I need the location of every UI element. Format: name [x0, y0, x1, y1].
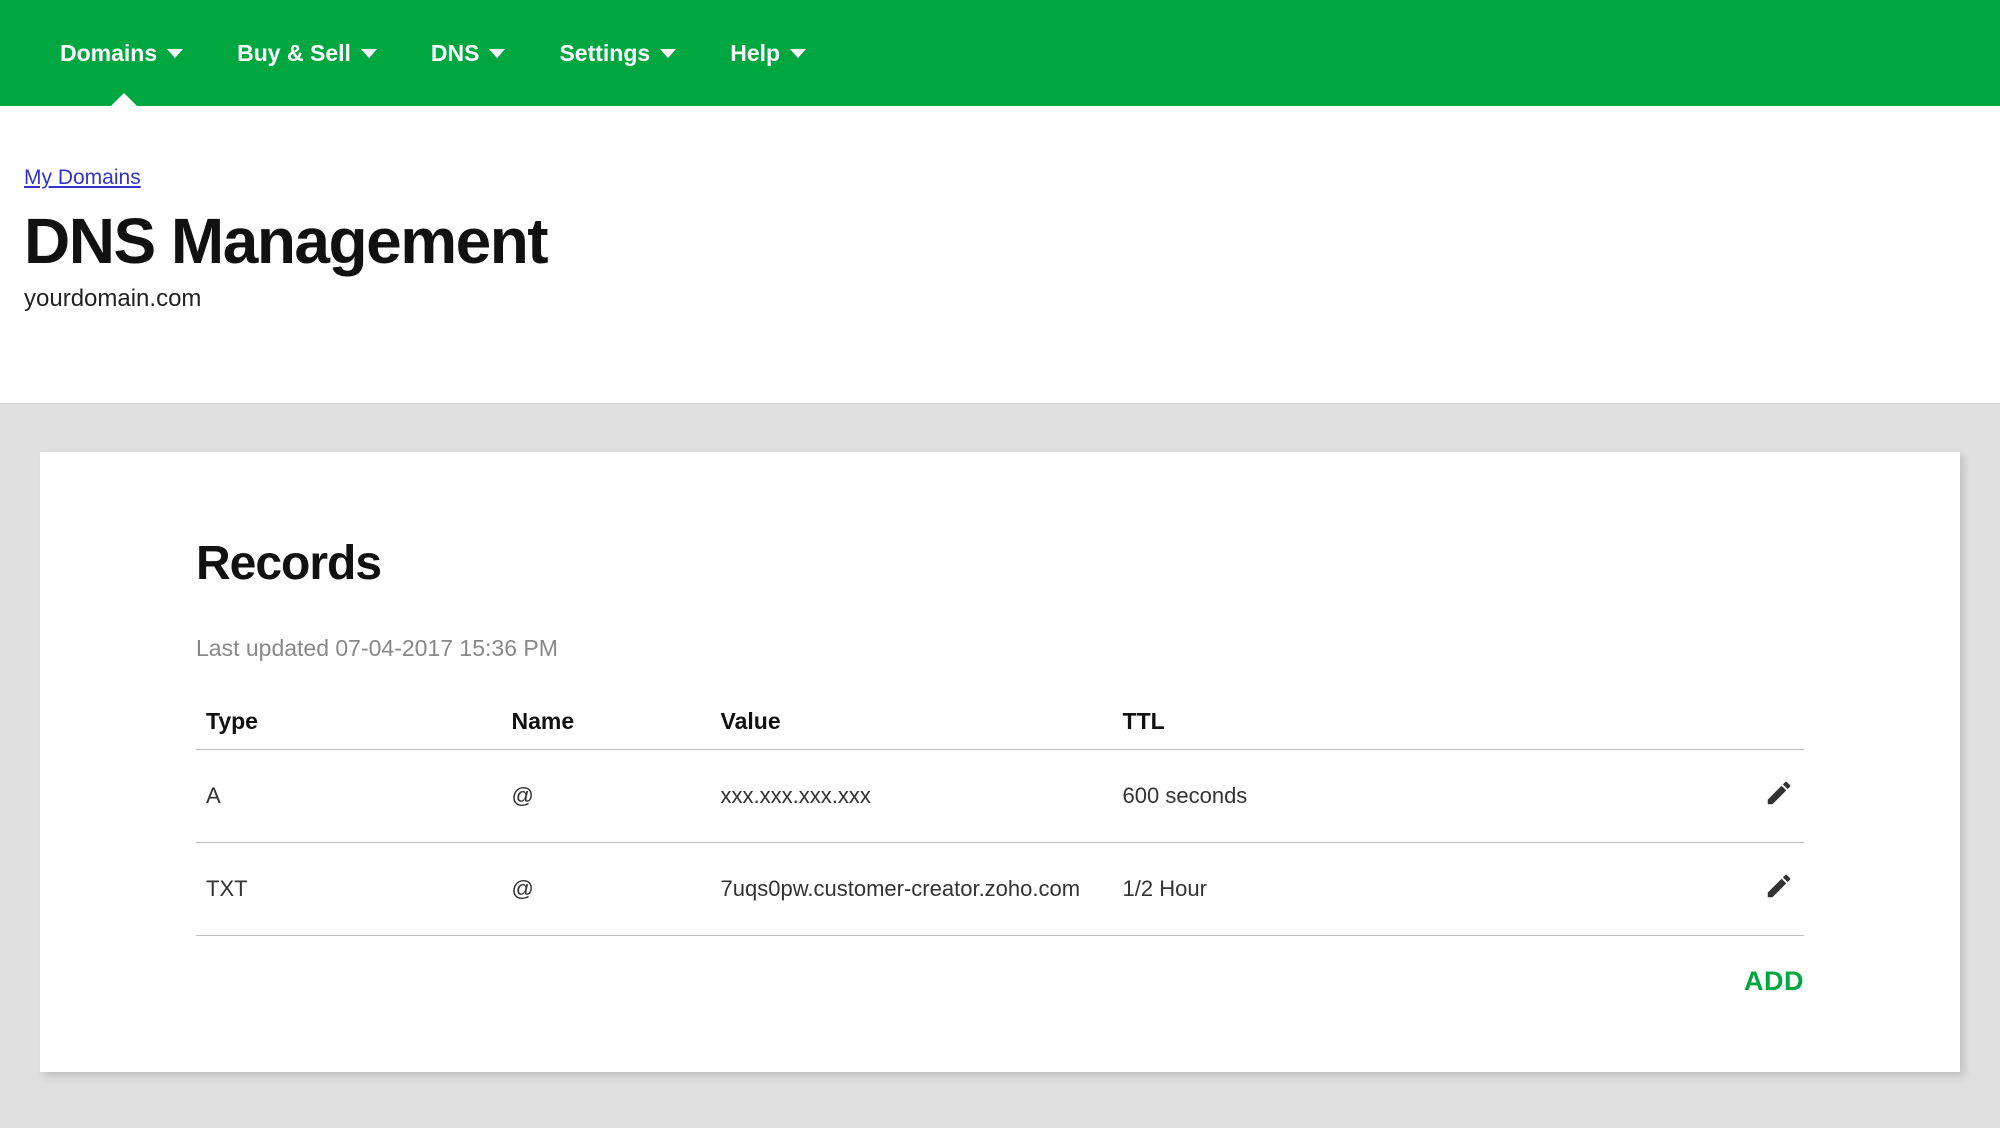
- add-button[interactable]: ADD: [1744, 966, 1804, 997]
- nav-item-label: Help: [730, 40, 780, 67]
- page-header: My Domains DNS Management yourdomain.com: [0, 106, 2000, 403]
- records-table: Type Name Value TTL A @ xxx.xxx.xxx.xxx …: [196, 694, 1804, 936]
- page-title: DNS Management: [24, 208, 1976, 275]
- chevron-down-icon: [361, 49, 377, 58]
- panel-container: Records Last updated 07-04-2017 15:36 PM…: [0, 403, 2000, 1128]
- column-header-name: Name: [502, 694, 711, 750]
- active-tab-indicator: [110, 93, 138, 107]
- nav-item-buy-sell[interactable]: Buy & Sell: [237, 40, 377, 67]
- records-title: Records: [196, 536, 1804, 591]
- cell-edit: [1675, 843, 1804, 936]
- nav-item-domains[interactable]: Domains: [60, 40, 183, 67]
- cell-name: @: [502, 750, 711, 843]
- records-panel: Records Last updated 07-04-2017 15:36 PM…: [40, 452, 1960, 1072]
- nav-item-label: DNS: [431, 40, 480, 67]
- chevron-down-icon: [790, 49, 806, 58]
- cell-value: 7uqs0pw.customer-creator.zoho.com: [711, 843, 1113, 936]
- chevron-down-icon: [167, 49, 183, 58]
- cell-ttl: 600 seconds: [1113, 750, 1676, 843]
- domain-name: yourdomain.com: [24, 285, 1976, 313]
- last-updated-label: Last updated 07-04-2017 15:36 PM: [196, 635, 1804, 662]
- cell-ttl: 1/2 Hour: [1113, 843, 1676, 936]
- pencil-icon[interactable]: [1764, 871, 1794, 901]
- cell-name: @: [502, 843, 711, 936]
- nav-item-help[interactable]: Help: [730, 40, 806, 67]
- column-header-ttl: TTL: [1113, 694, 1676, 750]
- nav-item-settings[interactable]: Settings: [559, 40, 676, 67]
- table-row: TXT @ 7uqs0pw.customer-creator.zoho.com …: [196, 843, 1804, 936]
- cell-value: xxx.xxx.xxx.xxx: [711, 750, 1113, 843]
- nav-item-label: Settings: [559, 40, 650, 67]
- breadcrumb-my-domains[interactable]: My Domains: [24, 166, 141, 189]
- column-header-type: Type: [196, 694, 502, 750]
- column-header-edit: [1675, 694, 1804, 750]
- cell-type: A: [196, 750, 502, 843]
- chevron-down-icon: [660, 49, 676, 58]
- nav-item-dns[interactable]: DNS: [431, 40, 506, 67]
- table-header-row: Type Name Value TTL: [196, 694, 1804, 750]
- nav-item-label: Buy & Sell: [237, 40, 351, 67]
- column-header-value: Value: [711, 694, 1113, 750]
- top-nav: Domains Buy & Sell DNS Settings Help: [0, 0, 2000, 106]
- table-row: A @ xxx.xxx.xxx.xxx 600 seconds: [196, 750, 1804, 843]
- cell-edit: [1675, 750, 1804, 843]
- add-row: ADD: [196, 966, 1804, 997]
- pencil-icon[interactable]: [1764, 778, 1794, 808]
- chevron-down-icon: [489, 49, 505, 58]
- nav-item-label: Domains: [60, 40, 157, 67]
- cell-type: TXT: [196, 843, 502, 936]
